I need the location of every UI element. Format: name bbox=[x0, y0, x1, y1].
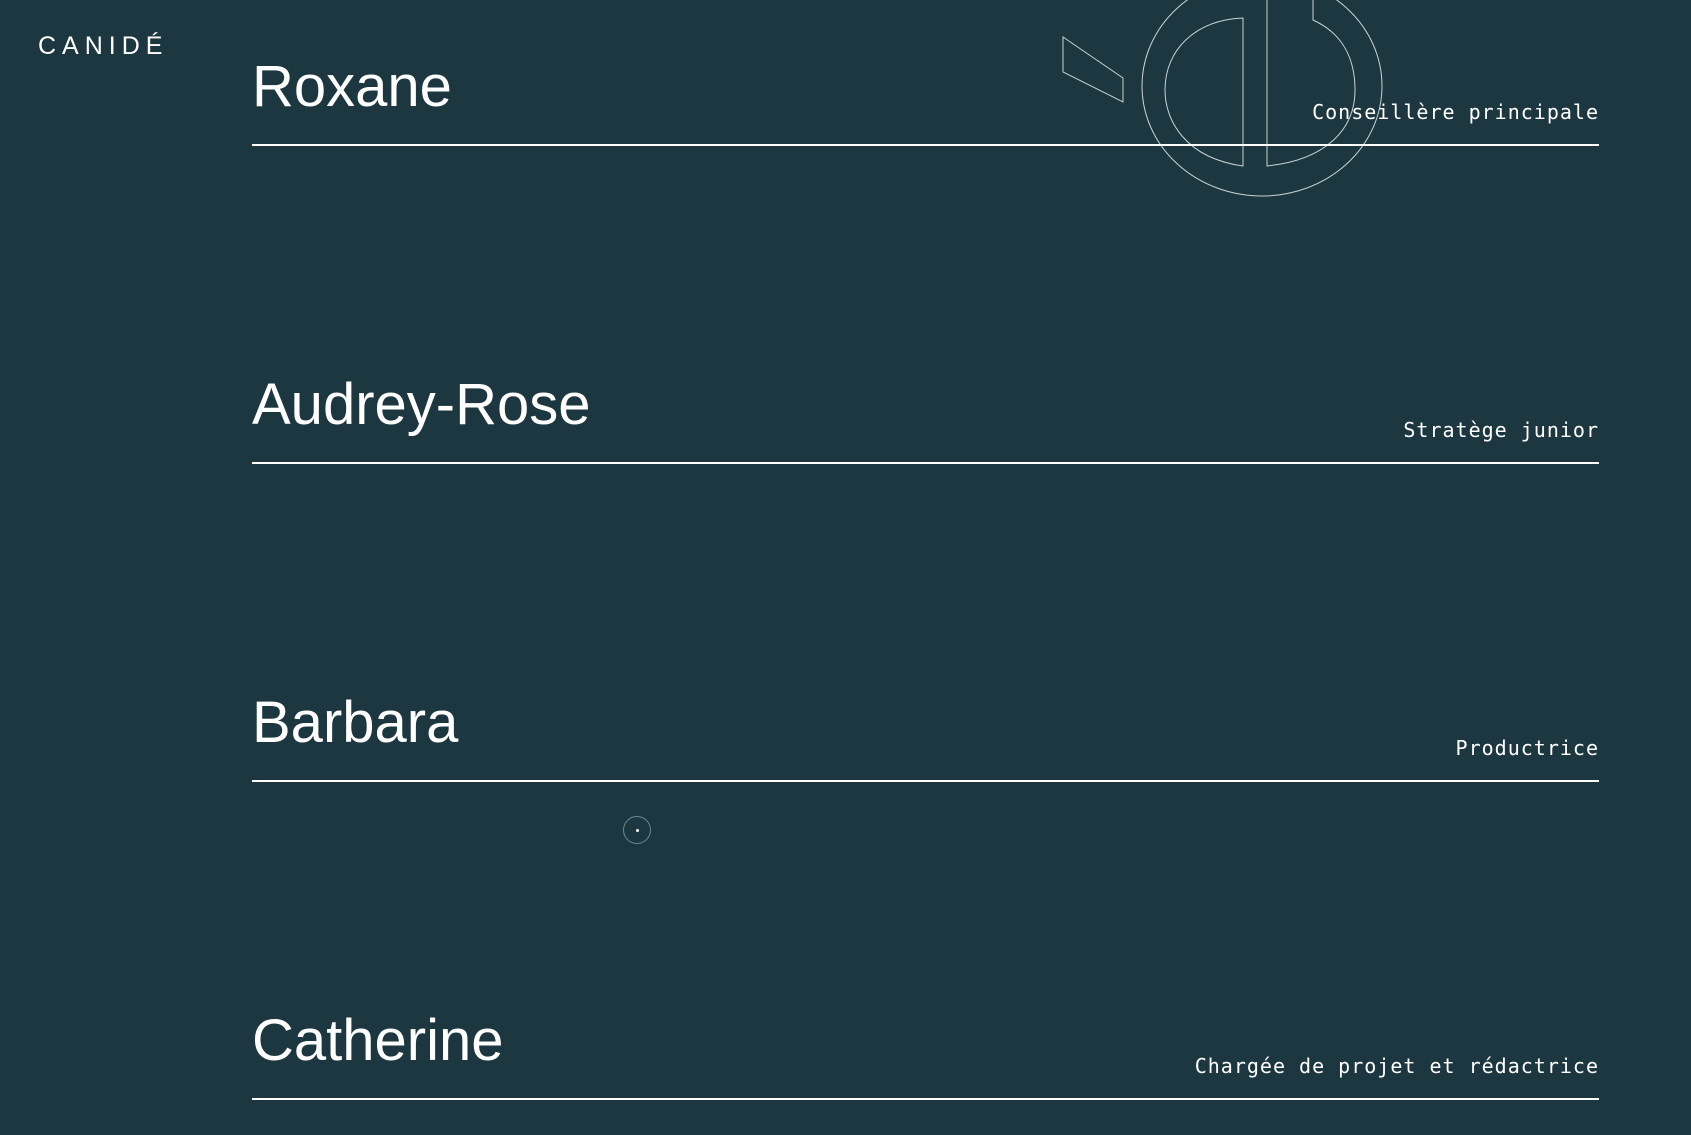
team-member-barbara[interactable]: Barbara Productrice bbox=[252, 694, 1599, 782]
member-name: Barbara bbox=[252, 690, 459, 755]
member-role: Chargée de projet et rédactrice bbox=[1194, 1054, 1599, 1078]
team-member-roxane[interactable]: Roxane Conseillère principale bbox=[252, 58, 1599, 146]
team-member-catherine[interactable]: Catherine Chargée de projet et rédactric… bbox=[252, 1012, 1599, 1100]
member-name: Catherine bbox=[252, 1008, 504, 1073]
team-list: Roxane Conseillère principale Audrey-Ros… bbox=[252, 0, 1599, 1135]
member-role: Stratège junior bbox=[1403, 418, 1599, 442]
brand-logo[interactable]: CANIDÉ bbox=[38, 34, 168, 59]
member-role: Conseillère principale bbox=[1312, 100, 1599, 124]
team-member-audrey-rose[interactable]: Audrey-Rose Stratège junior bbox=[252, 376, 1599, 464]
custom-cursor-icon bbox=[623, 816, 651, 844]
member-name: Roxane bbox=[252, 54, 452, 119]
member-role: Productrice bbox=[1455, 736, 1599, 760]
member-name: Audrey-Rose bbox=[252, 372, 591, 437]
cursor-dot bbox=[636, 829, 639, 832]
